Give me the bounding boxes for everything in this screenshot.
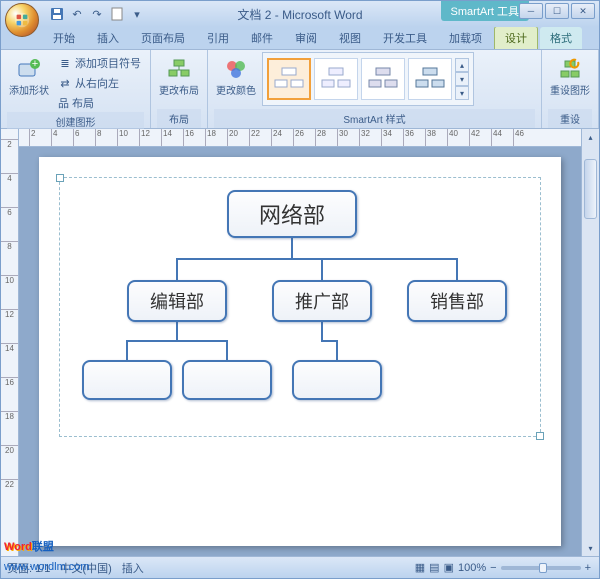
tab-addins[interactable]: 加载项 xyxy=(439,27,492,49)
ribbon: + 添加形状 ≣添加项目符号 ⇄从右向左 品 布局 创建图形 更改布局 布局 xyxy=(1,49,599,129)
styles-gallery: ▴ ▾ ▾ xyxy=(262,52,474,106)
status-mode[interactable]: 插入 xyxy=(122,560,144,576)
reset-button[interactable]: 重设图形 xyxy=(548,52,592,97)
tab-insert[interactable]: 插入 xyxy=(87,27,129,49)
org-chart: 网络部 编辑部 推广部 销售部 xyxy=(72,190,528,424)
svg-text:+: + xyxy=(32,58,38,70)
add-shape-label: 添加形状 xyxy=(9,86,49,97)
change-layout-label: 更改布局 xyxy=(159,86,199,97)
change-layout-button[interactable]: 更改布局 xyxy=(157,52,201,97)
change-layout-icon xyxy=(165,56,193,84)
org-node-1-1[interactable] xyxy=(82,360,172,400)
context-tab-label: SmartArt 工具 xyxy=(441,1,529,21)
group-reset-label: 重设 xyxy=(548,109,592,128)
title-bar: ↶ ↷ ▾ 文档 2 - Microsoft Word SmartArt 工具 … xyxy=(1,1,599,27)
add-shape-button[interactable]: + 添加形状 xyxy=(7,52,51,97)
scroll-up-icon[interactable]: ▴ xyxy=(582,129,599,145)
style-option-3[interactable] xyxy=(361,58,405,100)
tab-design[interactable]: 设计 xyxy=(494,26,538,49)
zoom-in-icon[interactable]: + xyxy=(585,562,591,574)
scroll-thumb[interactable] xyxy=(584,159,597,219)
view-read-icon[interactable]: ▤ xyxy=(429,561,439,574)
add-bullet-button[interactable]: ≣添加项目符号 xyxy=(55,54,144,72)
bullet-icon: ≣ xyxy=(58,56,72,70)
layout-small-button[interactable]: 品 布局 xyxy=(55,94,144,112)
zoom-slider[interactable] xyxy=(501,566,581,570)
rtl-button[interactable]: ⇄从右向左 xyxy=(55,74,144,92)
tab-mailings[interactable]: 邮件 xyxy=(241,27,283,49)
word-window: ↶ ↷ ▾ 文档 2 - Microsoft Word SmartArt 工具 … xyxy=(0,0,600,579)
watermark-url: www.wordlm.com xyxy=(4,561,90,573)
minimize-button[interactable]: ─ xyxy=(519,3,543,19)
page: 网络部 编辑部 推广部 销售部 xyxy=(39,157,561,546)
maximize-button[interactable]: ☐ xyxy=(545,3,569,19)
org-node-root[interactable]: 网络部 xyxy=(227,190,357,238)
gallery-more-icon[interactable]: ▾ xyxy=(455,86,469,100)
tab-view[interactable]: 视图 xyxy=(329,27,371,49)
tab-pagelayout[interactable]: 页面布局 xyxy=(131,27,195,49)
vertical-ruler[interactable]: 246810121416182022 xyxy=(1,129,19,556)
gallery-up-icon[interactable]: ▴ xyxy=(455,58,469,72)
close-button[interactable]: ✕ xyxy=(571,3,595,19)
style-option-1[interactable] xyxy=(267,58,311,100)
vertical-scrollbar[interactable]: ▴ ▾ xyxy=(581,129,599,556)
colors-icon xyxy=(222,56,250,84)
group-layout: 更改布局 布局 xyxy=(151,50,208,128)
new-doc-icon[interactable] xyxy=(109,6,125,22)
group-layout-label: 布局 xyxy=(157,109,201,128)
page-canvas: 网络部 编辑部 推广部 销售部 xyxy=(19,147,581,556)
zoom-controls: ▦ ▤ ▣ 100% − + xyxy=(415,561,591,574)
save-icon[interactable] xyxy=(49,6,65,22)
tab-review[interactable]: 审阅 xyxy=(285,27,327,49)
style-option-2[interactable] xyxy=(314,58,358,100)
group-styles: 更改颜色 ▴ ▾ ▾ SmartArt 样式 xyxy=(208,50,542,128)
style-option-4[interactable] xyxy=(408,58,452,100)
tab-references[interactable]: 引用 xyxy=(197,27,239,49)
org-node-3[interactable]: 销售部 xyxy=(407,280,507,322)
undo-icon[interactable]: ↶ xyxy=(69,6,85,22)
scroll-down-icon[interactable]: ▾ xyxy=(582,540,599,556)
quick-access-toolbar: ↶ ↷ ▾ xyxy=(49,6,145,22)
tab-home[interactable]: 开始 xyxy=(43,27,85,49)
document-area: 246810121416182022 246810121416182022242… xyxy=(1,129,599,556)
group-create: + 添加形状 ≣添加项目符号 ⇄从右向左 品 布局 创建图形 xyxy=(1,50,151,128)
gallery-down-icon[interactable]: ▾ xyxy=(455,72,469,86)
redo-icon[interactable]: ↷ xyxy=(89,6,105,22)
tab-format[interactable]: 格式 xyxy=(540,27,582,49)
horizontal-ruler[interactable]: 2468101214161820222426283032343638404244… xyxy=(19,129,581,147)
group-styles-label: SmartArt 样式 xyxy=(214,109,535,128)
watermark-brand: Word联盟 xyxy=(4,537,54,555)
zoom-level[interactable]: 100% xyxy=(458,562,486,574)
reset-icon xyxy=(556,56,584,84)
change-colors-button[interactable]: 更改颜色 xyxy=(214,52,258,97)
org-node-1-2[interactable] xyxy=(182,360,272,400)
ribbon-tabs: 开始 插入 页面布局 引用 邮件 审阅 视图 开发工具 加载项 设计 格式 xyxy=(1,27,599,49)
tab-developer[interactable]: 开发工具 xyxy=(373,27,437,49)
add-shape-icon: + xyxy=(15,56,43,84)
view-print-icon[interactable]: ▦ xyxy=(415,561,425,574)
rtl-icon: ⇄ xyxy=(58,76,72,90)
group-reset: 重设图形 重设 xyxy=(542,50,599,128)
office-button[interactable] xyxy=(5,3,39,37)
gallery-scroll: ▴ ▾ ▾ xyxy=(455,58,469,100)
change-colors-label: 更改颜色 xyxy=(216,86,256,97)
qat-dropdown-icon[interactable]: ▾ xyxy=(129,6,145,22)
org-node-2[interactable]: 推广部 xyxy=(272,280,372,322)
window-title: 文档 2 - Microsoft Word xyxy=(237,6,362,23)
status-bar: 页面: 1/1 中文(中国) 插入 ▦ ▤ ▣ 100% − + xyxy=(1,556,599,578)
org-node-1[interactable]: 编辑部 xyxy=(127,280,227,322)
reset-label: 重设图形 xyxy=(550,86,590,97)
org-node-2-1[interactable] xyxy=(292,360,382,400)
view-web-icon[interactable]: ▣ xyxy=(444,561,454,574)
zoom-out-icon[interactable]: − xyxy=(490,562,496,574)
smartart-selection-frame[interactable]: 网络部 编辑部 推广部 销售部 xyxy=(59,177,541,437)
